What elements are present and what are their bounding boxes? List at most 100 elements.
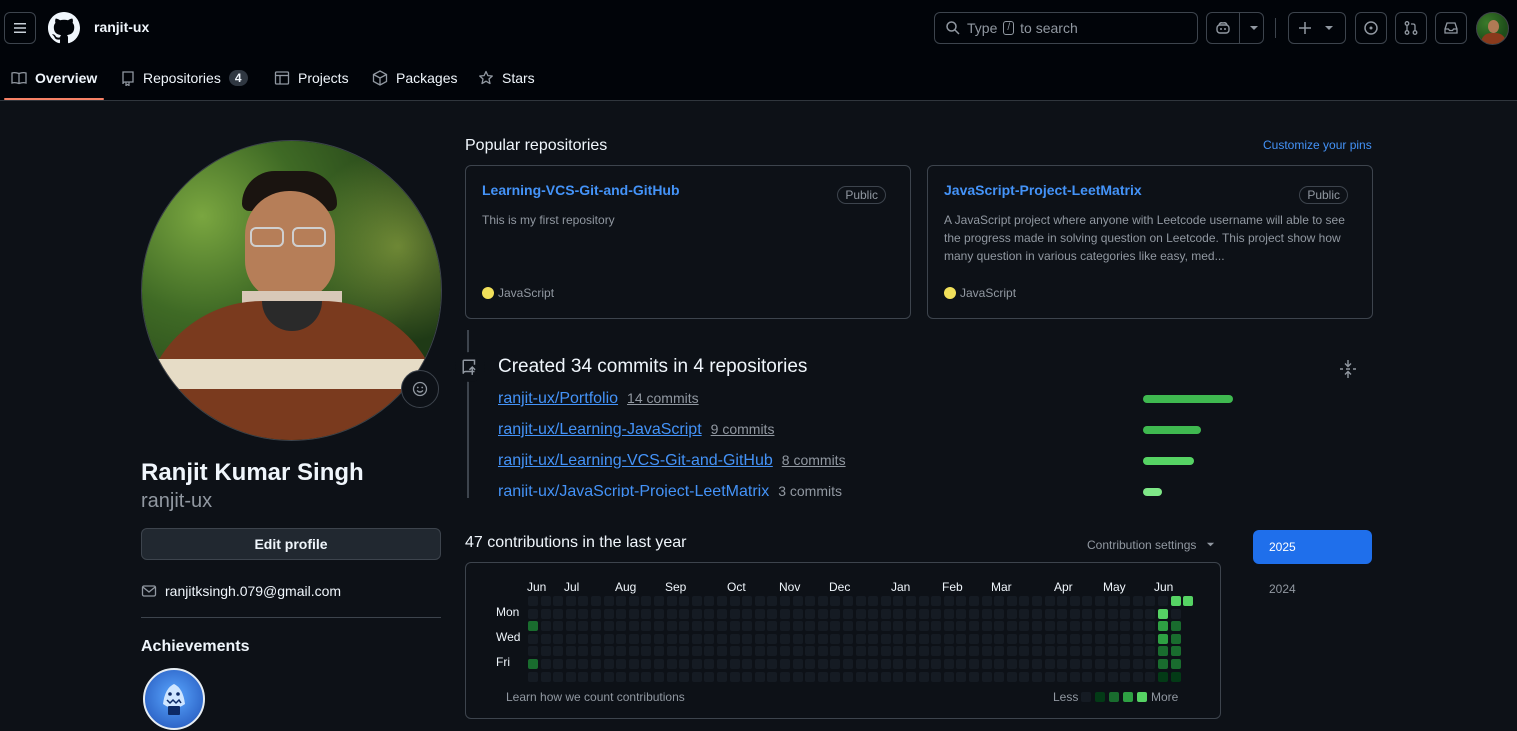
contribution-day-cell[interactable] [780,621,790,631]
contribution-day-cell[interactable] [1007,659,1017,669]
contribution-day-cell[interactable] [641,634,651,644]
contribution-day-cell[interactable] [881,596,891,606]
contribution-day-cell[interactable] [679,621,689,631]
create-new-button[interactable] [1288,12,1346,44]
contribution-day-cell[interactable] [742,659,752,669]
contribution-day-cell[interactable] [1082,621,1092,631]
contribution-day-cell[interactable] [1019,609,1029,619]
contribution-day-cell[interactable] [881,659,891,669]
contribution-day-cell[interactable] [830,609,840,619]
contribution-day-cell[interactable] [1032,634,1042,644]
contribution-day-cell[interactable] [767,646,777,656]
contribution-day-cell[interactable] [1057,609,1067,619]
contribution-day-cell[interactable] [818,672,828,682]
contribution-day-cell[interactable] [994,634,1004,644]
contribution-day-cell[interactable] [856,634,866,644]
contribution-day-cell[interactable] [616,672,626,682]
contribution-day-cell[interactable] [1032,621,1042,631]
contribution-day-cell[interactable] [856,596,866,606]
contribution-day-cell[interactable] [578,646,588,656]
contribution-day-cell[interactable] [742,596,752,606]
contribution-day-cell[interactable] [1019,621,1029,631]
contribution-day-cell[interactable] [969,672,979,682]
contribution-day-cell[interactable] [1070,659,1080,669]
contribution-day-cell[interactable] [1145,672,1155,682]
contribution-day-cell[interactable] [893,646,903,656]
contribution-day-cell[interactable] [578,621,588,631]
inbox-button[interactable] [1435,12,1467,44]
contribution-day-cell[interactable] [553,672,563,682]
contribution-day-cell[interactable] [616,621,626,631]
contribution-day-cell[interactable] [1120,596,1130,606]
contribution-day-cell[interactable] [919,634,929,644]
contribution-day-cell[interactable] [982,646,992,656]
search-input[interactable]: Type / to search [934,12,1198,44]
contribution-day-cell[interactable] [767,672,777,682]
contribution-day-cell[interactable] [1057,646,1067,656]
contribution-day-cell[interactable] [629,672,639,682]
contribution-day-cell[interactable] [591,621,601,631]
contribution-day-cell[interactable] [818,596,828,606]
contribution-day-cell[interactable] [692,609,702,619]
contribution-day-cell[interactable] [982,672,992,682]
contribution-day-cell[interactable] [931,609,941,619]
contribution-day-cell[interactable] [1082,646,1092,656]
pull-requests-button[interactable] [1395,12,1427,44]
contribution-day-cell[interactable] [742,609,752,619]
contribution-day-cell[interactable] [528,646,538,656]
contribution-day-cell[interactable] [591,596,601,606]
contribution-day-cell[interactable] [830,634,840,644]
contribution-day-cell[interactable] [843,609,853,619]
contribution-day-cell[interactable] [730,621,740,631]
contribution-day-cell[interactable] [919,609,929,619]
contribution-day-cell[interactable] [616,659,626,669]
contribution-day-cell[interactable] [994,646,1004,656]
contribution-day-cell[interactable] [1057,672,1067,682]
contribution-day-cell[interactable] [1032,646,1042,656]
contribution-day-cell[interactable] [956,609,966,619]
contribution-day-cell[interactable] [1019,672,1029,682]
contribution-day-cell[interactable] [604,609,614,619]
contribution-day-cell[interactable] [780,596,790,606]
contribution-day-cell[interactable] [717,609,727,619]
contribution-day-cell[interactable] [704,621,714,631]
menu-button[interactable] [4,12,36,44]
contribution-day-cell[interactable] [830,672,840,682]
contribution-day-cell[interactable] [881,672,891,682]
contribution-day-cell[interactable] [1095,609,1105,619]
contribution-day-cell[interactable] [629,659,639,669]
contribution-day-cell[interactable] [793,672,803,682]
contribution-day-cell[interactable] [956,659,966,669]
contribution-day-cell[interactable] [780,672,790,682]
contribution-day-cell[interactable] [1120,621,1130,631]
contribution-day-cell[interactable] [1133,659,1143,669]
user-avatar-small[interactable] [1476,12,1509,45]
contribution-day-cell[interactable] [982,609,992,619]
contribution-day-cell[interactable] [944,659,954,669]
contribution-day-cell[interactable] [818,646,828,656]
contribution-day-cell[interactable] [704,634,714,644]
commit-count-link[interactable]: 8 commits [782,452,846,468]
contribution-day-cell[interactable] [641,646,651,656]
contribution-day-cell[interactable] [1019,596,1029,606]
contribution-day-cell[interactable] [629,609,639,619]
contribution-day-cell[interactable] [730,646,740,656]
contribution-day-cell[interactable] [919,672,929,682]
contribution-day-cell[interactable] [730,609,740,619]
contribution-day-cell[interactable] [654,659,664,669]
contribution-day-cell[interactable] [893,609,903,619]
contribution-day-cell[interactable] [692,646,702,656]
contribution-day-cell[interactable] [730,672,740,682]
contribution-day-cell[interactable] [767,659,777,669]
contribution-day-cell[interactable] [616,634,626,644]
contribution-day-cell[interactable] [793,634,803,644]
fold-icon[interactable] [1339,359,1357,379]
contribution-day-cell[interactable] [931,672,941,682]
contribution-day-cell[interactable] [1007,596,1017,606]
contribution-day-cell[interactable] [1007,646,1017,656]
contribution-day-cell[interactable] [667,659,677,669]
contribution-day-cell[interactable] [553,659,563,669]
contribution-day-cell[interactable] [843,672,853,682]
contribution-day-cell[interactable] [868,596,878,606]
contribution-day-cell[interactable] [1057,659,1067,669]
